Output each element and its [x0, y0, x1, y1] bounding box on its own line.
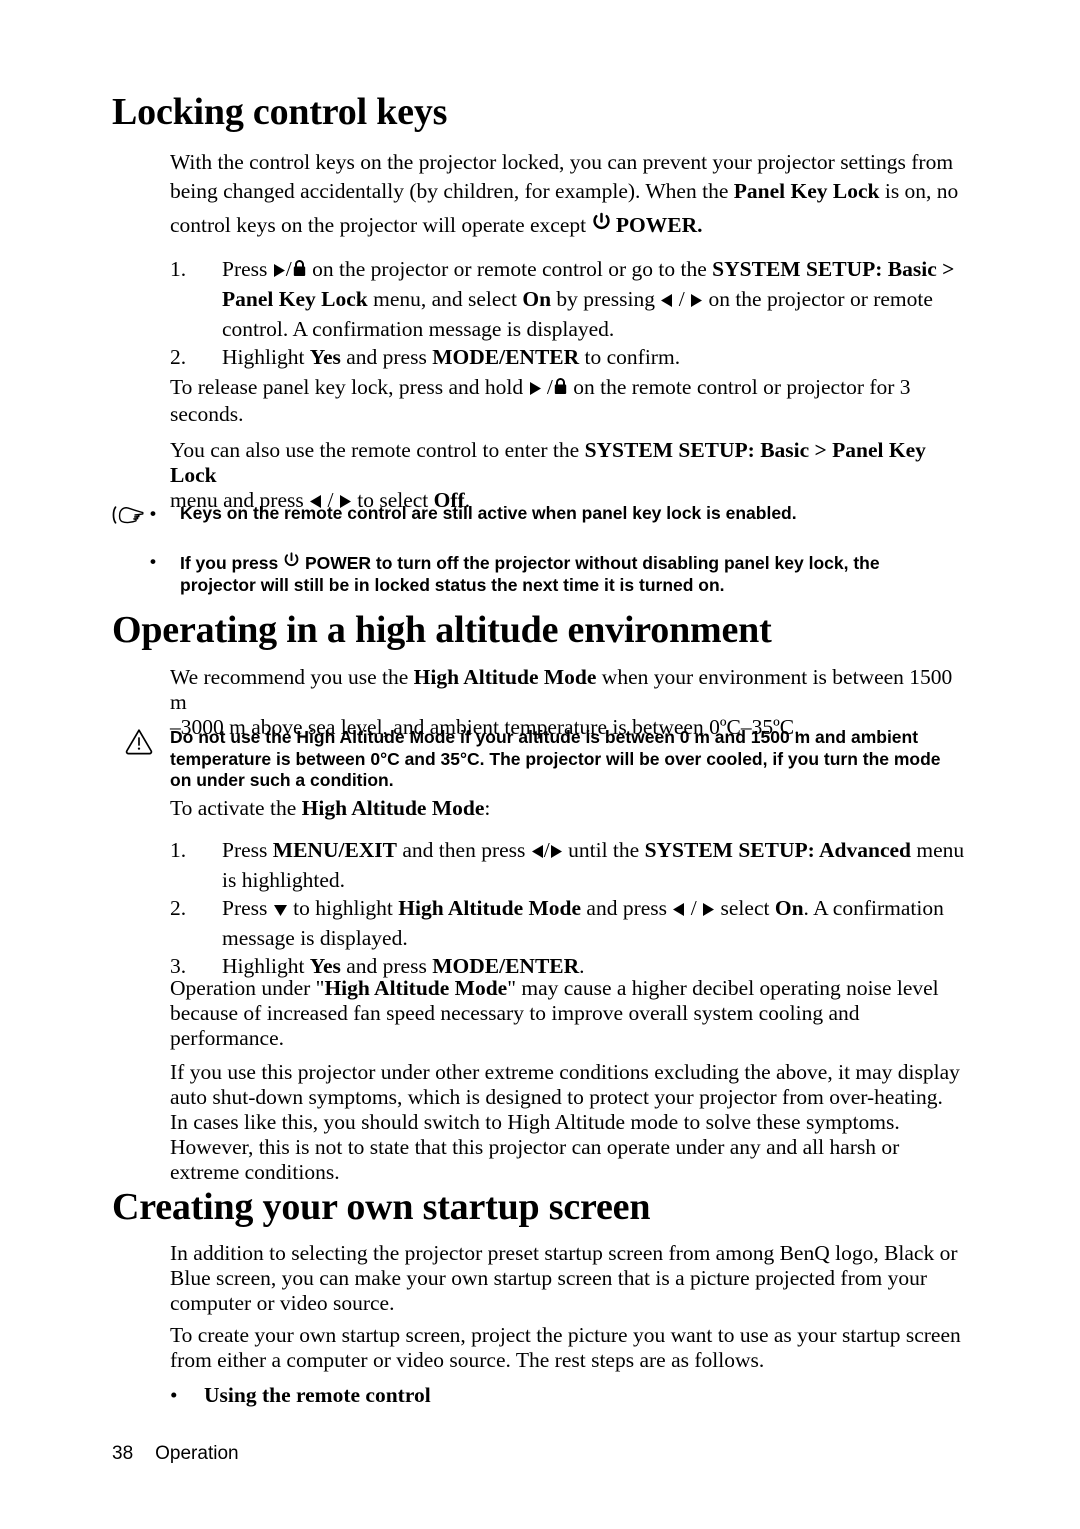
- noise-level-paragraph: Operation under "High Altitude Mode" may…: [170, 976, 970, 1051]
- list-item: 2. Press to highlight High Altitude Mode…: [170, 894, 970, 952]
- extreme-line-5: extreme conditions.: [170, 1160, 340, 1184]
- power-icon: [592, 212, 611, 233]
- locking-intro-line-3: control keys on the projector will opera…: [170, 212, 703, 237]
- note-remote-keys-active: • Keys on the remote control are still a…: [150, 503, 978, 525]
- startup-p1-line-3: computer or video source.: [170, 1291, 395, 1315]
- triangle-right-icon: [529, 377, 542, 402]
- locking-intro-paragraph: With the control keys on the projector l…: [170, 148, 970, 240]
- list-item: 1. Press MENU/EXIT and then press / unti…: [170, 836, 970, 894]
- list-item: 2. Highlight Yes and press MODE/ENTER to…: [170, 343, 970, 371]
- bullet-label: Using the remote control: [204, 1383, 431, 1407]
- step-marker: 1.: [170, 257, 187, 281]
- locking-steps-list: 1. Press / on the projector or remote co…: [170, 255, 970, 371]
- high-altitude-steps-list: 1. Press MENU/EXIT and then press / unti…: [170, 836, 970, 980]
- triangle-right-icon: [550, 838, 563, 866]
- manual-page: Locking control keys With the control ke…: [0, 0, 1080, 1529]
- pointing-hand-icon: [112, 503, 146, 527]
- triangle-left-icon: [660, 287, 673, 315]
- triangle-left-icon: [672, 896, 685, 924]
- power-icon: [283, 551, 300, 570]
- page-number: 38: [112, 1443, 134, 1464]
- list-item: 1. Press / on the projector or remote co…: [170, 255, 970, 343]
- extreme-line-1: If you use this projector under other ex…: [170, 1060, 960, 1084]
- triangle-right-icon: [702, 896, 715, 924]
- triangle-left-icon: [531, 838, 544, 866]
- lock-icon: [292, 259, 307, 277]
- release-lock-paragraph: To release panel key lock, press and hol…: [170, 375, 970, 427]
- heading-startup-screen: Creating your own startup screen: [112, 1186, 651, 1228]
- activate-high-altitude-line: To activate the High Altitude Mode:: [170, 796, 491, 820]
- noise-line-3: performance.: [170, 1026, 284, 1050]
- startup-p1-line-2: Blue screen, you can make your own start…: [170, 1266, 928, 1290]
- heading-locking-control-keys: Locking control keys: [112, 91, 448, 133]
- step-text: Highlight Yes and press MODE/ENTER to co…: [222, 345, 681, 370]
- extreme-line-4: However, this is not to state that this …: [170, 1135, 900, 1159]
- step-marker: 2.: [170, 345, 187, 370]
- lock-icon: [553, 377, 568, 395]
- note-bullet: •: [150, 552, 156, 571]
- warning-triangle-icon: [124, 727, 154, 755]
- bullet-using-remote-control: • Using the remote control: [170, 1382, 970, 1408]
- caution-line-1: Do not use the High Altitude Mode if you…: [170, 727, 919, 747]
- extreme-conditions-paragraph: If you use this projector under other ex…: [170, 1060, 970, 1185]
- startup-p2-line-2: from either a computer or video source. …: [170, 1348, 765, 1372]
- heading-high-altitude: Operating in a high altitude environment: [112, 609, 772, 651]
- triangle-down-icon: [273, 896, 288, 924]
- triangle-right-icon: [690, 287, 703, 315]
- locking-intro-line-1: With the control keys on the projector l…: [170, 150, 954, 174]
- noise-line-2: because of increased fan speed necessary…: [170, 1001, 860, 1025]
- note-bullet: •: [150, 504, 156, 523]
- step-text: Press MENU/EXIT and then press / until t…: [222, 838, 965, 893]
- note-text: If you press POWER to turn off the proje…: [180, 551, 880, 595]
- locking-intro-line-2: being changed accidentally (by children,…: [170, 179, 959, 203]
- note-power-locked-status: • If you press POWER to turn off the pro…: [150, 551, 978, 596]
- page-footer: 38 Operation: [112, 1443, 239, 1465]
- startup-p2-line-1: To create your own startup screen, proje…: [170, 1323, 961, 1347]
- triangle-right-icon: [273, 257, 286, 285]
- extreme-line-2: auto shut-down symptoms, which is design…: [170, 1085, 943, 1109]
- caution-high-altitude: Do not use the High Altitude Mode if you…: [170, 727, 978, 792]
- startup-paragraph-2: To create your own startup screen, proje…: [170, 1323, 970, 1373]
- caution-line-2: temperature is between 0°C and 35°C. The…: [170, 748, 941, 769]
- note-text: Keys on the remote control are still act…: [180, 503, 797, 523]
- startup-p1-line-1: In addition to selecting the projector p…: [170, 1241, 958, 1265]
- extreme-line-3: In cases like this, you should switch to…: [170, 1110, 900, 1134]
- step-text: Press to highlight High Altitude Mode an…: [222, 896, 944, 951]
- release-lock-line-2: seconds.: [170, 401, 244, 426]
- footer-section-label: Operation: [155, 1443, 239, 1464]
- bullet-dot: •: [170, 1383, 178, 1407]
- caution-line-3: on under such a condition.: [170, 770, 394, 790]
- step-text: Press / on the projector or remote contr…: [222, 257, 955, 342]
- step-marker: 2.: [170, 896, 187, 921]
- startup-paragraph-1: In addition to selecting the projector p…: [170, 1241, 970, 1316]
- step-marker: 1.: [170, 838, 187, 862]
